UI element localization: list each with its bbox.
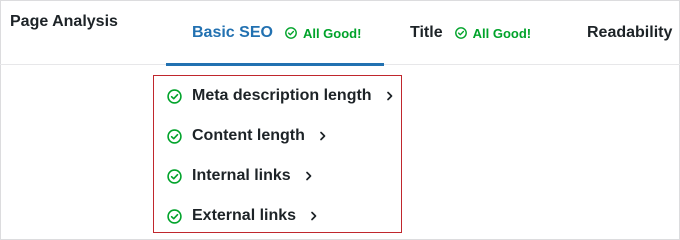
chevron-right-icon [310,211,318,221]
check-circle-icon [167,168,182,184]
chevron-right-icon [305,171,313,181]
active-tab-indicator [166,63,384,66]
check-circle-icon [167,208,182,224]
tab-title-label: Title [410,24,443,41]
check-label: Meta description length [192,87,372,104]
check-item-internal-links[interactable]: Internal links [167,165,313,187]
check-label: External links [192,207,297,224]
check-label: Content length [192,127,305,144]
check-circle-icon [454,27,467,39]
check-circle-icon [167,128,182,144]
tab-basic-seo[interactable]: Basic SEO All Good! [166,0,384,66]
chevron-right-icon [319,131,327,141]
tab-title-status: All Good! [454,25,532,41]
tab-title[interactable]: Title All Good! [410,0,531,66]
check-item-meta-description-length[interactable]: Meta description length [167,85,394,107]
tab-readability-label: Readability [587,24,673,41]
check-circle-icon [167,88,182,104]
check-circle-icon [285,27,297,39]
check-label: Internal links [192,167,291,184]
tab-readability[interactable]: Readability [587,0,672,66]
tab-basic-seo-label: Basic SEO [192,24,273,41]
check-item-content-length[interactable]: Content length [167,125,327,147]
chevron-right-icon [386,91,394,101]
check-item-external-links[interactable]: External links [167,205,318,227]
analysis-tabs: Basic SEO All Good! Title All Good! Read… [0,0,680,66]
status-text: All Good! [472,25,532,41]
tab-basic-seo-status: All Good! [285,25,362,41]
seo-checks-list: Meta description length Content length I… [153,75,402,233]
status-text: All Good! [302,25,362,41]
